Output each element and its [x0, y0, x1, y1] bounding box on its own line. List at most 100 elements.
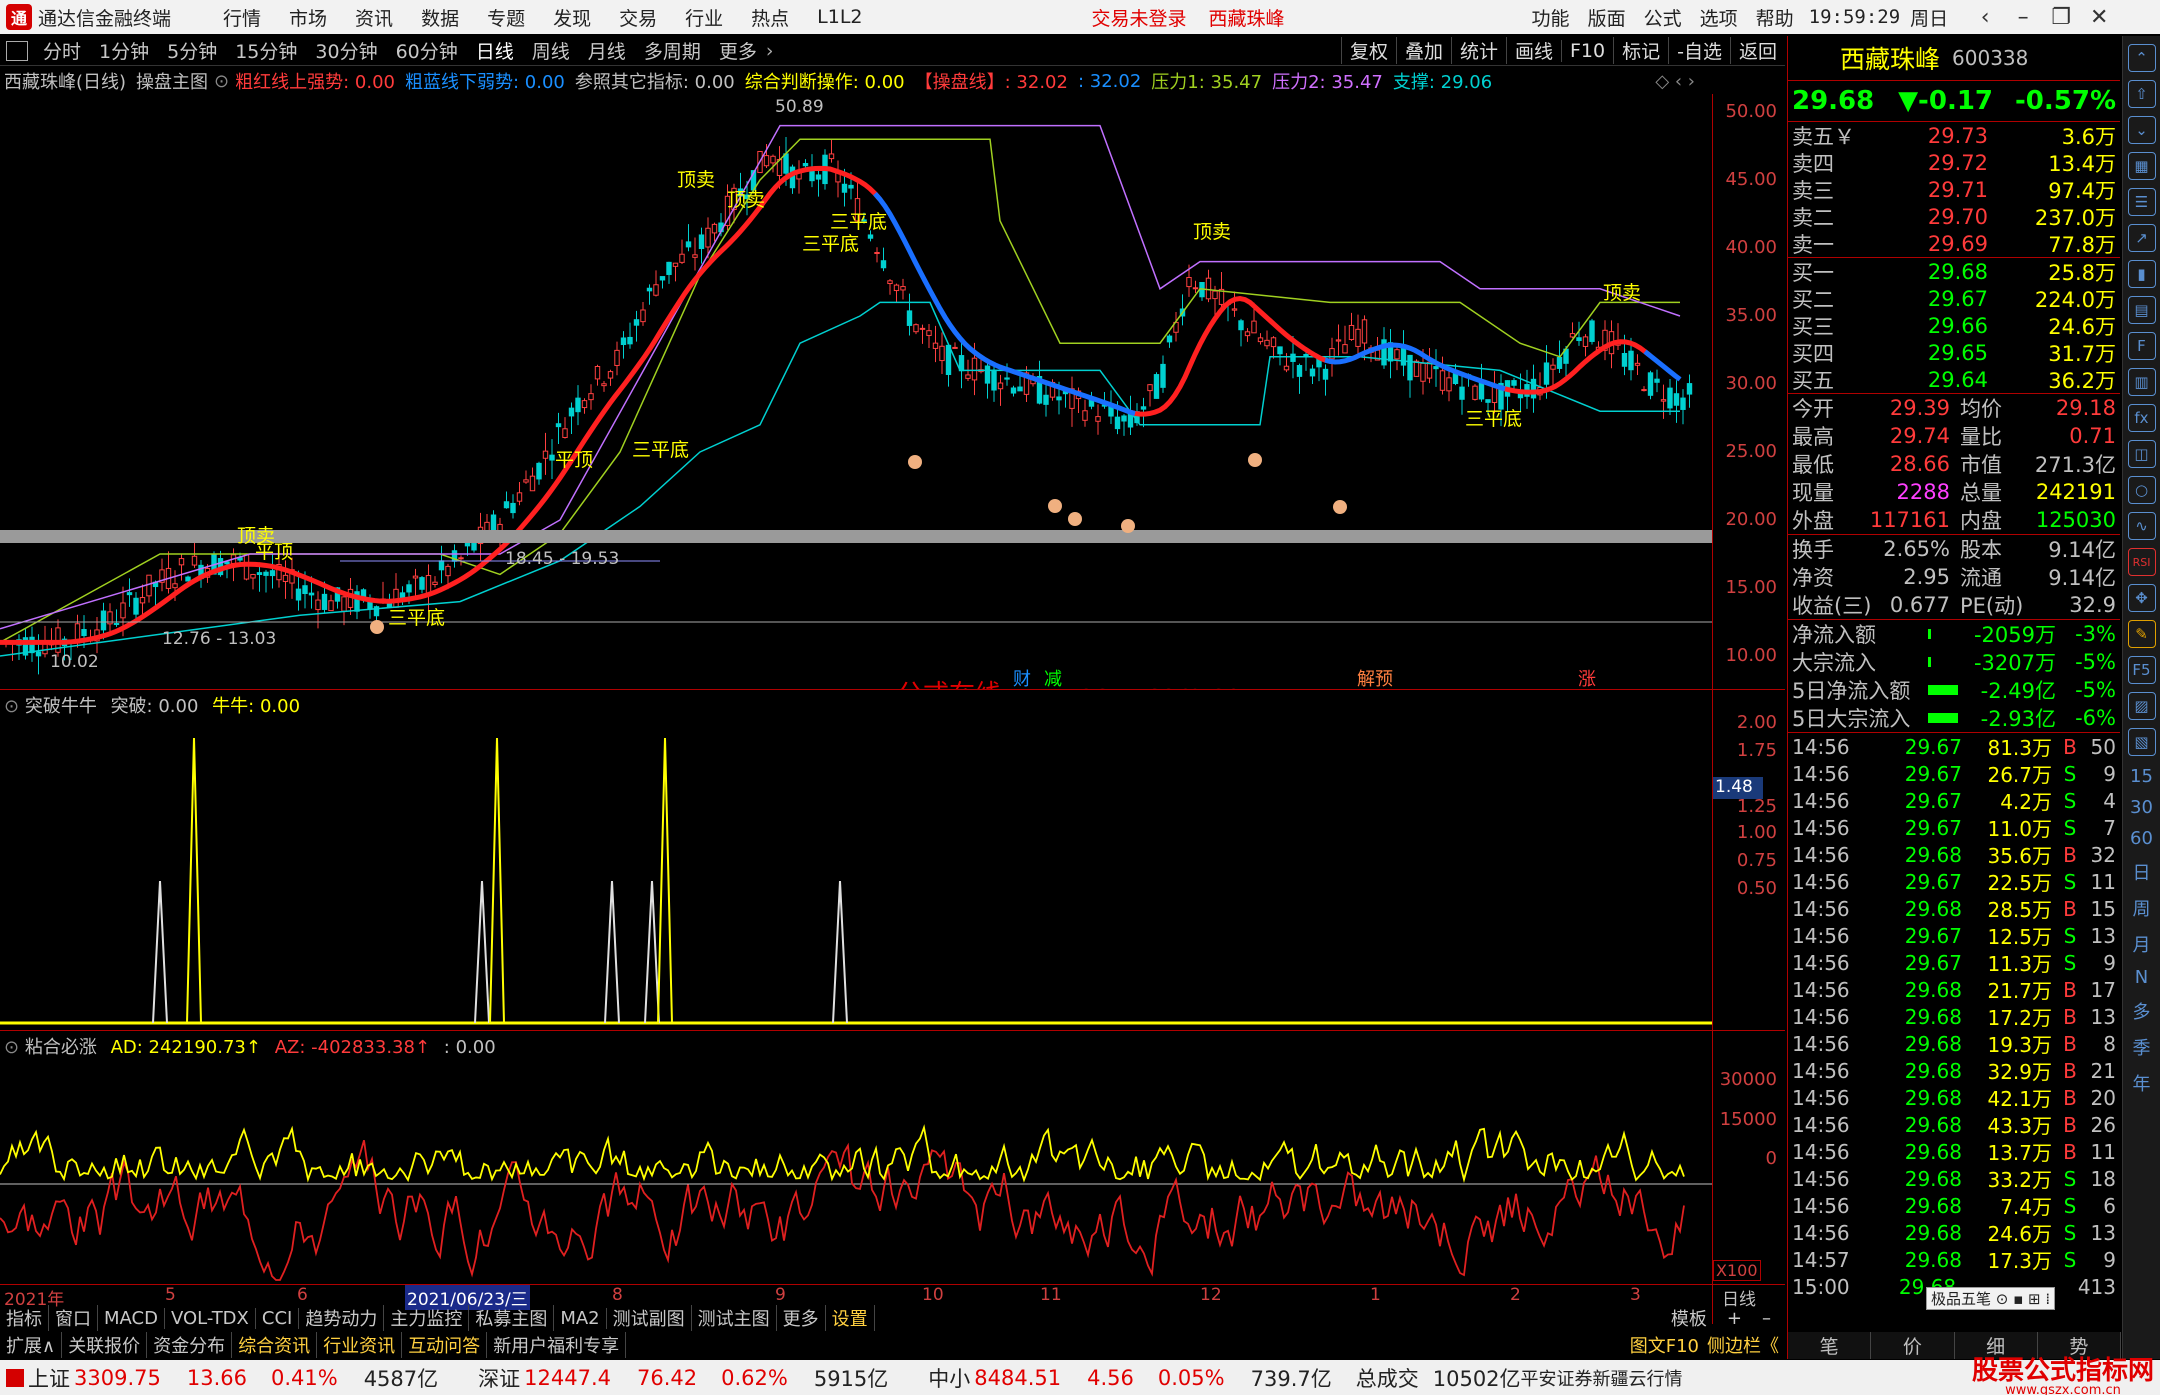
- main-kline-chart[interactable]: 50.89 18.45 - 19.53 12.76 - 13.03 10.02 …: [0, 94, 1712, 689]
- indicator-tab[interactable]: 私募主图: [469, 1305, 555, 1331]
- ask-row[interactable]: 卖五￥ 29.73 3.6万: [1788, 122, 2120, 149]
- period-tab[interactable]: 周线: [523, 37, 579, 64]
- right-menu-item[interactable]: 公式: [1635, 4, 1691, 31]
- toggle-panel-icon[interactable]: [6, 40, 28, 61]
- bid-row[interactable]: 买四 29.65 31.7万: [1788, 339, 2120, 366]
- menu-item[interactable]: 数据: [407, 4, 473, 31]
- period-shortcut[interactable]: 月: [2123, 931, 2160, 957]
- toolbar-button[interactable]: 画线: [1505, 37, 1561, 64]
- menu-item[interactable]: 专题: [473, 4, 539, 31]
- indicator-tab[interactable]: 测试副图: [607, 1305, 692, 1331]
- forward-icon[interactable]: ⇧: [2127, 80, 2156, 108]
- bid-row[interactable]: 买二 29.67 224.0万: [1788, 285, 2120, 312]
- ask-row[interactable]: 卖四 29.72 13.4万: [1788, 149, 2120, 176]
- info-tab[interactable]: 互动问答: [402, 1332, 488, 1358]
- menu-item[interactable]: 交易: [605, 4, 671, 31]
- f5-icon[interactable]: F5: [2127, 656, 2156, 684]
- period-tab[interactable]: 60分钟: [387, 37, 467, 64]
- period-tab[interactable]: 分时: [34, 37, 90, 64]
- toolbar-button[interactable]: 统计: [1450, 37, 1506, 64]
- period-60[interactable]: 60: [2123, 828, 2160, 849]
- indicator-tab[interactable]: VOL-TDX: [165, 1307, 256, 1329]
- formula-icon[interactable]: fx: [2127, 404, 2156, 432]
- quote-tab[interactable]: 细: [1955, 1332, 2038, 1359]
- quote-tab[interactable]: 价: [1871, 1332, 1955, 1359]
- right-menu-item[interactable]: 功能: [1523, 4, 1579, 31]
- period-tab[interactable]: 15分钟: [226, 37, 306, 64]
- bond-indicator-panel[interactable]: [0, 1058, 1712, 1284]
- indicator-tab[interactable]: MACD: [98, 1307, 165, 1329]
- toolbar-button[interactable]: 返回: [1729, 37, 1785, 64]
- event-marker-zhang[interactable]: 涨: [1578, 669, 1596, 689]
- sz-label[interactable]: 深证: [478, 1363, 520, 1393]
- quote-tab[interactable]: 势: [2038, 1332, 2121, 1359]
- grid-icon[interactable]: ▦: [2127, 152, 2156, 180]
- info-tab[interactable]: 资金分布: [147, 1332, 233, 1358]
- pen-icon[interactable]: ✎: [2127, 620, 2156, 648]
- menu-item[interactable]: L1L2: [803, 6, 876, 28]
- panel3-dropdown-icon[interactable]: ⊙: [4, 1037, 19, 1058]
- indicator-dropdown-icon[interactable]: ⊙: [214, 71, 229, 92]
- info-tab[interactable]: 综合资讯: [232, 1332, 318, 1358]
- toolbar-button[interactable]: F10: [1561, 39, 1613, 62]
- period-tab[interactable]: 更多: [710, 37, 766, 64]
- event-marker-jieyu[interactable]: 解预: [1357, 669, 1393, 689]
- period-shortcut[interactable]: N: [2123, 967, 2160, 988]
- indicator-tab[interactable]: 趋势动力: [299, 1305, 385, 1331]
- period-tab[interactable]: 5分钟: [158, 37, 226, 64]
- rsi-icon[interactable]: RSI: [2127, 548, 2156, 576]
- move-icon[interactable]: ✥: [2127, 584, 2156, 612]
- period-15[interactable]: 15: [2123, 766, 2160, 787]
- period-tab[interactable]: 日线: [467, 37, 523, 64]
- period-tab[interactable]: 多周期: [635, 37, 710, 64]
- indicator-tab[interactable]: CCI: [256, 1307, 300, 1329]
- panel3-name[interactable]: 粘合必涨: [25, 1037, 97, 1058]
- right-menu-item[interactable]: 版面: [1579, 4, 1635, 31]
- right-menu-item[interactable]: 选项: [1691, 4, 1747, 31]
- template-tab[interactable]: 模板: [1671, 1305, 1707, 1331]
- table-icon[interactable]: ▥: [2127, 368, 2156, 396]
- f10-icon[interactable]: F: [2127, 332, 2156, 360]
- bid-row[interactable]: 买一 29.68 25.8万: [1788, 258, 2120, 285]
- menu-item[interactable]: 资讯: [341, 4, 407, 31]
- compare-icon[interactable]: ◫: [2127, 440, 2156, 468]
- restore-icon[interactable]: ❐: [2042, 0, 2080, 34]
- list-icon[interactable]: ☰: [2127, 188, 2156, 216]
- kline-icon[interactable]: ▮: [2127, 260, 2156, 288]
- period-30[interactable]: 30: [2123, 797, 2160, 818]
- panel2-name[interactable]: 突破牛牛: [25, 696, 97, 717]
- chart-icon[interactable]: ▨: [2127, 692, 2156, 720]
- sh-label[interactable]: 上证: [28, 1363, 70, 1393]
- indicator-tab[interactable]: MA2: [554, 1307, 607, 1329]
- period-shortcut[interactable]: 日: [2123, 859, 2160, 885]
- toolbar-button[interactable]: -自选: [1668, 37, 1730, 64]
- minimize-icon[interactable]: –: [2004, 0, 2042, 34]
- close-icon[interactable]: ✕: [2080, 0, 2118, 34]
- wave-icon[interactable]: ∿: [2127, 512, 2156, 540]
- f10-tab[interactable]: 图文F10: [1630, 1332, 1699, 1358]
- ask-row[interactable]: 卖二 29.70 237.0万: [1788, 203, 2120, 230]
- indicator-name[interactable]: 操盘主图: [136, 68, 208, 94]
- indicator-tab[interactable]: 测试主图: [692, 1305, 777, 1331]
- indicator-tab[interactable]: 设置: [826, 1305, 875, 1331]
- menu-item[interactable]: 行情: [209, 4, 275, 31]
- info-tab[interactable]: 新用户福利专享: [487, 1332, 627, 1358]
- more-arrow-icon[interactable]: ›: [766, 40, 774, 62]
- info-tab[interactable]: 扩展∧: [0, 1332, 63, 1358]
- zx-label[interactable]: 中小: [928, 1363, 970, 1393]
- menu-item[interactable]: 市场: [275, 4, 341, 31]
- ask-row[interactable]: 卖三 29.71 97.4万: [1788, 176, 2120, 203]
- period-shortcut[interactable]: 年: [2123, 1070, 2160, 1096]
- bid-row[interactable]: 买三 29.66 24.6万: [1788, 312, 2120, 339]
- indicator-tab[interactable]: 指标: [0, 1305, 49, 1331]
- panel2-dropdown-icon[interactable]: ⊙: [4, 696, 19, 717]
- toolbar-button[interactable]: 复权: [1340, 37, 1396, 64]
- breakout-indicator-panel[interactable]: [0, 716, 1712, 1030]
- search-icon[interactable]: ○: [2127, 476, 2156, 504]
- indicator-tab[interactable]: 更多: [777, 1305, 826, 1331]
- period-shortcut[interactable]: 季: [2123, 1034, 2160, 1060]
- quote-tab[interactable]: 笔: [1788, 1332, 1872, 1359]
- menu-item[interactable]: 热点: [737, 4, 803, 31]
- right-menu-item[interactable]: 帮助: [1747, 4, 1803, 31]
- sidebar-toggle[interactable]: 侧边栏《: [1707, 1332, 1779, 1358]
